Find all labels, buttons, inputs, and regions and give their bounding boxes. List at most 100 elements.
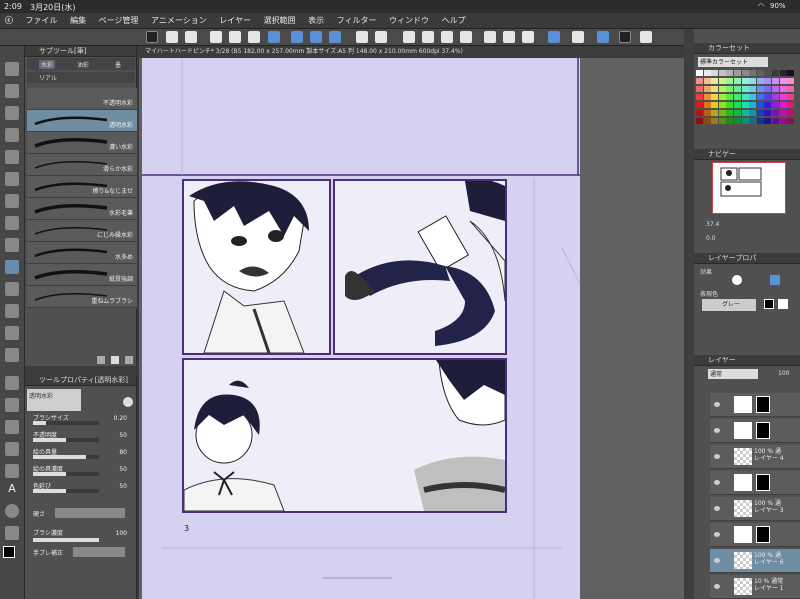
eraser-tool-icon[interactable] [5, 304, 19, 318]
effect-layer-icon[interactable] [770, 275, 780, 285]
color-swatch[interactable] [749, 118, 757, 124]
crop-icon[interactable] [460, 31, 472, 43]
open-file-icon[interactable] [229, 31, 241, 43]
brush-item[interactable]: 透明水彩 [27, 110, 137, 132]
brush-item[interactable]: 重ねムラブラシ [27, 286, 137, 308]
color-swatch[interactable] [787, 70, 795, 76]
ruler-icon[interactable] [548, 31, 560, 43]
snap-icon[interactable] [572, 31, 584, 43]
color-swatch[interactable] [741, 110, 749, 116]
fill-icon[interactable] [441, 31, 453, 43]
color-swatch[interactable] [779, 94, 787, 100]
color-swatch[interactable] [703, 86, 711, 92]
menu-layer[interactable]: レイヤー [214, 13, 256, 28]
layer-row[interactable]: 100 % 通レイヤー 3 [710, 497, 800, 521]
eye-icon[interactable] [714, 454, 720, 459]
brush-item[interactable]: 不透明水彩 [27, 88, 137, 110]
color-swatch[interactable] [696, 94, 703, 100]
brush-item[interactable]: 水彩毛筆 [27, 198, 137, 220]
color-swatch[interactable] [718, 118, 726, 124]
color-swatch[interactable] [696, 102, 703, 108]
color-swatch[interactable] [749, 94, 757, 100]
eye-icon[interactable] [714, 402, 720, 407]
brush-item[interactable]: にじみ縁水彩 [27, 220, 137, 242]
menu-selection[interactable]: 選択範囲 [259, 13, 301, 28]
color-swatch[interactable] [772, 118, 779, 124]
menu-view[interactable]: 表示 [303, 13, 329, 28]
property-row[interactable]: 色延び 50 [33, 481, 133, 495]
brush-item[interactable]: 濃い水彩 [27, 132, 137, 154]
color-swatch[interactable] [711, 94, 719, 100]
hardness-selector[interactable] [55, 508, 125, 518]
decoration-tool-icon[interactable] [5, 282, 19, 296]
invert-icon[interactable] [503, 31, 515, 43]
deselect-icon[interactable] [522, 31, 534, 43]
color-swatch[interactable] [779, 78, 787, 84]
color-swatch[interactable] [779, 110, 787, 116]
color-swatch[interactable] [726, 70, 734, 76]
select2-icon[interactable] [310, 31, 322, 43]
figure-tool-icon[interactable] [5, 420, 19, 434]
ruler-tool-icon[interactable] [5, 464, 19, 478]
color-swatch[interactable] [711, 70, 719, 76]
export-icon[interactable] [268, 31, 280, 43]
menu-page[interactable]: ページ管理 [94, 13, 144, 28]
app-logo-icon[interactable]: ⓒ [0, 13, 18, 28]
color-swatch[interactable] [696, 86, 703, 92]
layer-row[interactable]: 10 % 通常 レイヤー 1 [710, 575, 800, 599]
color-swatch[interactable] [749, 110, 757, 116]
color-swatch[interactable] [734, 102, 741, 108]
color-swatch[interactable] [764, 110, 772, 116]
grid-icon[interactable] [146, 31, 158, 43]
help-icon[interactable] [640, 31, 652, 43]
expand-icon[interactable] [166, 31, 178, 43]
select-tool-icon[interactable] [5, 106, 19, 120]
layer-folder[interactable] [710, 419, 800, 443]
color-swatch[interactable] [741, 86, 749, 92]
tab-watercolor[interactable]: 水彩 [39, 60, 56, 69]
learn-icon[interactable] [619, 31, 631, 43]
color-swatch[interactable] [787, 110, 795, 116]
color-swatch[interactable] [764, 86, 772, 92]
color-swatch[interactable] [749, 78, 757, 84]
color-swatch[interactable] [703, 94, 711, 100]
blend-tool-icon[interactable] [5, 326, 19, 340]
property-row[interactable]: 不透明度 50 [33, 430, 133, 444]
color-swatch[interactable] [696, 118, 703, 124]
swirl-icon[interactable] [185, 31, 197, 43]
menu-help[interactable]: ヘルプ [437, 13, 471, 28]
menu-window[interactable]: ウィンドウ [384, 13, 434, 28]
color-swatch[interactable] [703, 102, 711, 108]
menu-filter[interactable]: フィルター [332, 13, 382, 28]
color-swatch[interactable] [772, 102, 779, 108]
color-swatch[interactable] [787, 118, 795, 124]
color-swatch[interactable] [749, 70, 757, 76]
color-swatch[interactable] [734, 78, 741, 84]
airbrush-tool-icon[interactable] [5, 238, 19, 252]
ink-tool-icon[interactable] [5, 216, 19, 230]
manga-page[interactable]: 3 [142, 58, 580, 599]
layer-folder[interactable] [710, 523, 800, 547]
menu-animation[interactable]: アニメーション [146, 13, 212, 28]
tab-ink[interactable]: 墨 [115, 60, 121, 69]
color-swatch[interactable] [787, 94, 795, 100]
color-swatch[interactable] [718, 78, 726, 84]
color-swatch[interactable] [741, 70, 749, 76]
color-swatch[interactable] [696, 70, 703, 76]
property-slider[interactable] [33, 455, 99, 459]
color-swatch[interactable] [741, 78, 749, 84]
color-swatch[interactable] [764, 118, 772, 124]
property-slider[interactable] [33, 438, 99, 442]
color-swatch[interactable] [741, 102, 749, 108]
comic-panel-3[interactable] [182, 358, 507, 513]
comic-panel-1[interactable] [182, 179, 331, 355]
brush-item[interactable]: 滑らか水彩 [27, 154, 137, 176]
eye-icon[interactable] [714, 558, 720, 563]
color-swatch[interactable] [764, 94, 772, 100]
subtool-delete-icon[interactable] [125, 356, 133, 364]
color-swatch[interactable] [703, 110, 711, 116]
fill-tool-icon[interactable] [5, 348, 19, 362]
color-swatch[interactable] [772, 110, 779, 116]
color-swatch[interactable] [711, 118, 719, 124]
color-swatch[interactable] [756, 94, 764, 100]
